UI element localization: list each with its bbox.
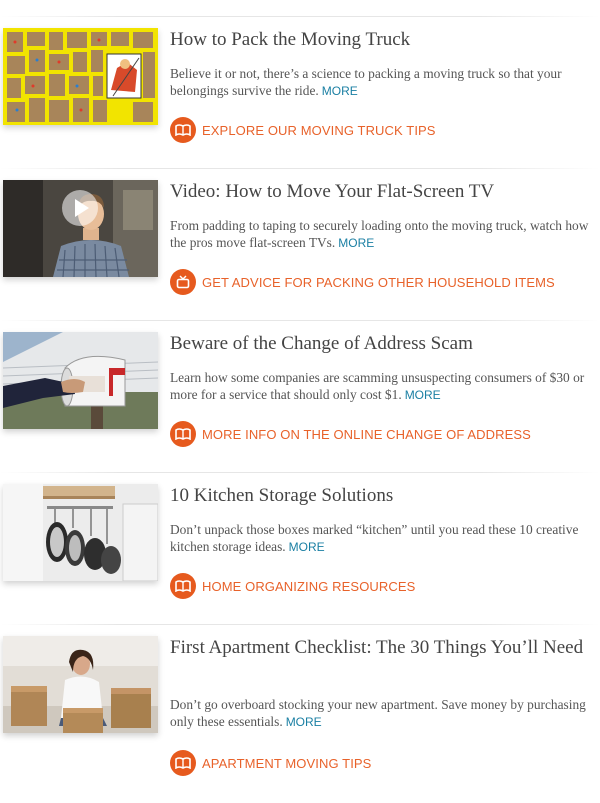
more-link[interactable]: MORE bbox=[322, 84, 358, 98]
article-thumbnail[interactable] bbox=[3, 28, 158, 125]
article-title[interactable]: First Apartment Checklist: The 30 Things… bbox=[170, 636, 598, 659]
article-feed: How to Pack the Moving Truck Believe it … bbox=[0, 0, 600, 803]
article-description-text: Believe it or not, there’s a science to … bbox=[170, 66, 562, 98]
book-icon bbox=[170, 573, 196, 599]
book-icon bbox=[170, 421, 196, 447]
article-description: Don’t unpack those boxes marked “kitchen… bbox=[170, 521, 598, 556]
cta-label: APARTMENT MOVING TIPS bbox=[202, 755, 372, 771]
cta-link[interactable]: APARTMENT MOVING TIPS bbox=[170, 750, 371, 776]
cta-link[interactable]: GET ADVICE FOR PACKING OTHER HOUSEHOLD I… bbox=[170, 269, 555, 295]
cta-link[interactable]: EXPLORE OUR MOVING TRUCK TIPS bbox=[170, 117, 436, 143]
article-description-text: Don’t go overboard stocking your new apa… bbox=[170, 697, 586, 729]
cta-label: GET ADVICE FOR PACKING OTHER HOUSEHOLD I… bbox=[202, 274, 555, 290]
article-description: Don’t go overboard stocking your new apa… bbox=[170, 696, 598, 731]
article-description: From padding to taping to securely loadi… bbox=[170, 217, 598, 252]
cta-label: EXPLORE OUR MOVING TRUCK TIPS bbox=[202, 122, 436, 138]
video-thumbnail[interactable] bbox=[3, 180, 158, 277]
article-thumbnail[interactable] bbox=[3, 484, 158, 581]
article-description: Learn how some companies are scamming un… bbox=[170, 369, 598, 404]
article-thumbnail[interactable] bbox=[3, 332, 158, 429]
book-icon bbox=[170, 117, 196, 143]
cta-link[interactable]: MORE INFO ON THE ONLINE CHANGE OF ADDRES… bbox=[170, 421, 531, 447]
book-icon bbox=[170, 750, 196, 776]
more-link[interactable]: MORE bbox=[405, 388, 441, 402]
article-thumbnail[interactable] bbox=[3, 636, 158, 733]
article-description-text: Learn how some companies are scamming un… bbox=[170, 370, 585, 402]
cta-link[interactable]: HOME ORGANIZING RESOURCES bbox=[170, 573, 415, 599]
article-description: Believe it or not, there’s a science to … bbox=[170, 65, 598, 100]
more-link[interactable]: MORE bbox=[289, 540, 325, 554]
tv-icon bbox=[170, 269, 196, 295]
article-title[interactable]: Beware of the Change of Address Scam bbox=[170, 332, 598, 355]
article-description-text: From padding to taping to securely loadi… bbox=[170, 218, 589, 250]
cta-label: MORE INFO ON THE ONLINE CHANGE OF ADDRES… bbox=[202, 426, 531, 442]
cta-label: HOME ORGANIZING RESOURCES bbox=[202, 578, 416, 594]
article-description-text: Don’t unpack those boxes marked “kitchen… bbox=[170, 522, 579, 554]
article-title[interactable]: 10 Kitchen Storage Solutions bbox=[170, 484, 598, 507]
more-link[interactable]: MORE bbox=[338, 236, 374, 250]
article-title[interactable]: Video: How to Move Your Flat-Screen TV bbox=[170, 180, 598, 203]
more-link[interactable]: MORE bbox=[286, 715, 322, 729]
article-title[interactable]: How to Pack the Moving Truck bbox=[170, 28, 598, 51]
